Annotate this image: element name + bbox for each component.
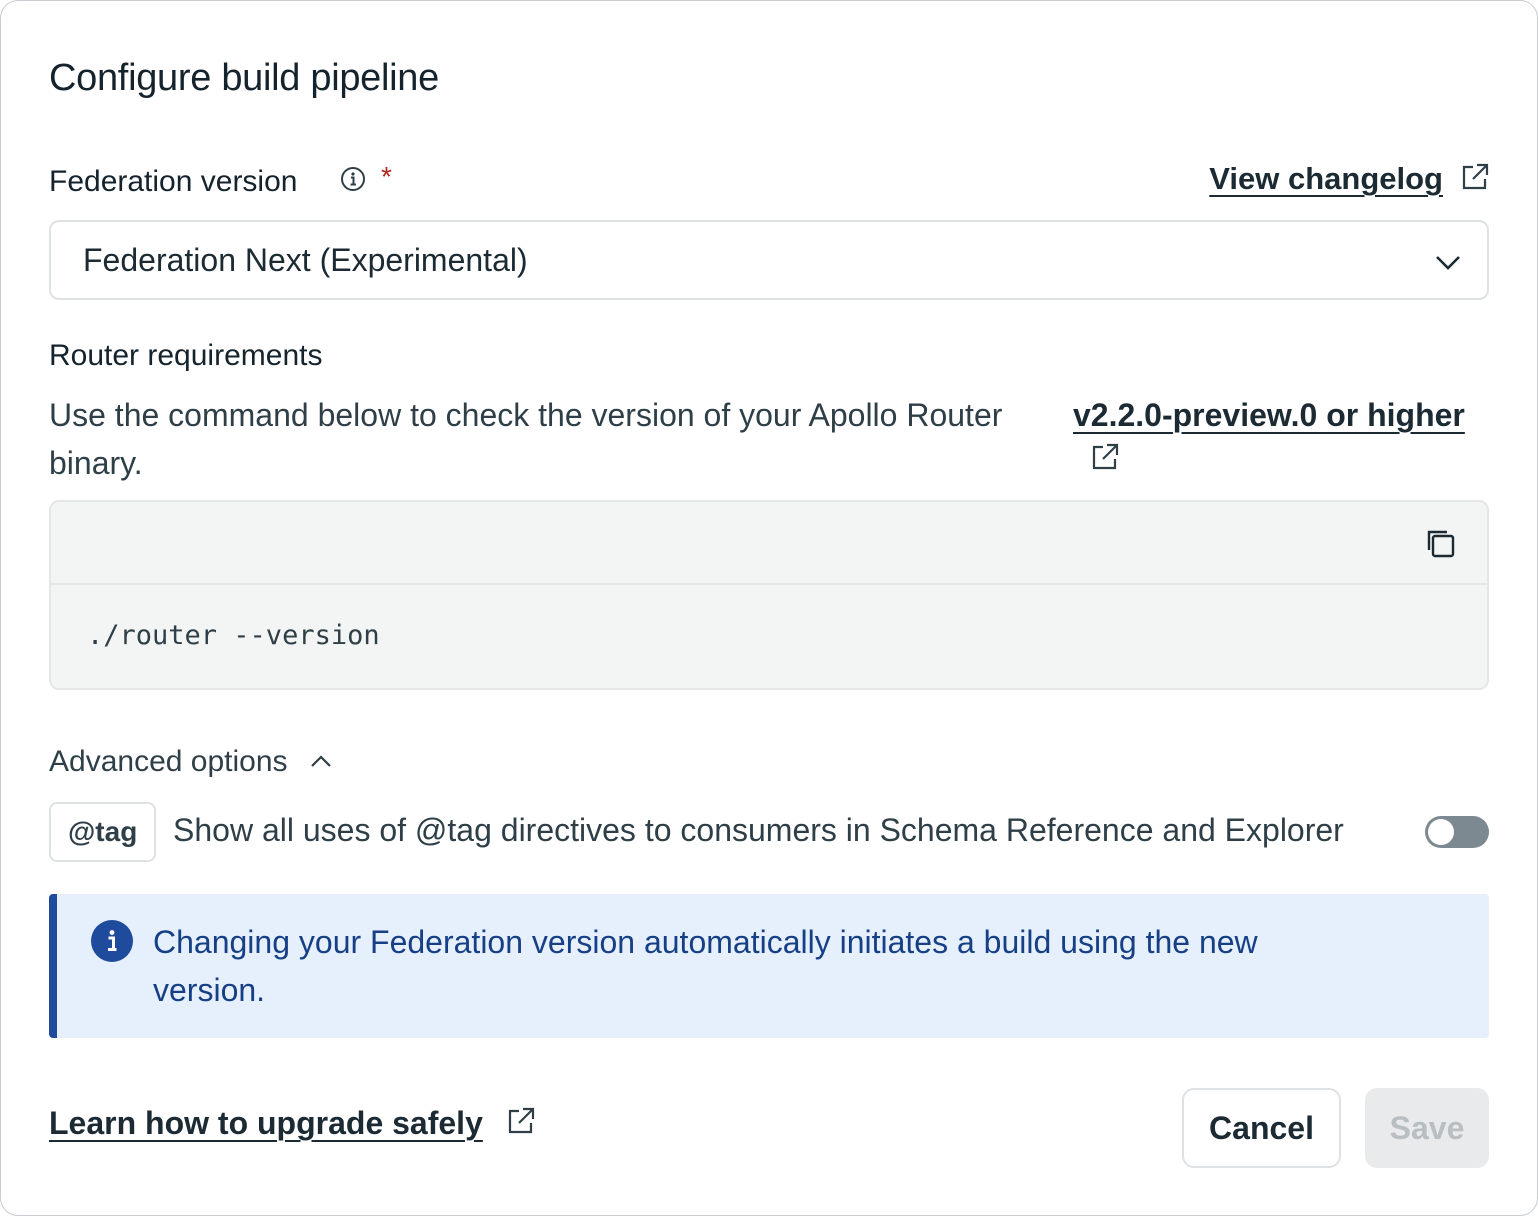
router-desc-suffix: binary. xyxy=(49,445,143,481)
view-changelog-link[interactable]: View changelog xyxy=(1209,161,1443,197)
tag-option-row: @tag Show all uses of @tag directives to… xyxy=(49,802,1489,862)
federation-version-select[interactable]: Federation Next (Experimental) xyxy=(49,220,1489,300)
command-text: ./router --version xyxy=(87,620,380,651)
show-tag-directives-toggle[interactable] xyxy=(1425,816,1489,848)
external-link-icon[interactable] xyxy=(1089,441,1121,473)
info-banner-text: Changing your Federation version automat… xyxy=(153,924,1258,1008)
federation-version-selected-value: Federation Next (Experimental) xyxy=(83,242,528,278)
save-button[interactable]: Save xyxy=(1365,1088,1489,1168)
external-link-icon[interactable] xyxy=(505,1105,537,1137)
configure-build-pipeline-dialog: Configure build pipeline Federation vers… xyxy=(0,0,1538,1216)
info-icon[interactable] xyxy=(339,165,367,193)
code-block-header xyxy=(51,502,1487,585)
federation-version-label: Federation version xyxy=(49,165,298,198)
advanced-options-label: Advanced options xyxy=(49,745,288,778)
router-version-link[interactable]: v2.2.0-preview.0 or higher xyxy=(1073,391,1465,439)
router-requirements-title: Router requirements xyxy=(49,339,323,372)
info-circle-filled-icon xyxy=(91,920,133,962)
chevron-up-icon xyxy=(311,755,331,767)
toggle-knob xyxy=(1428,819,1454,845)
learn-upgrade-link[interactable]: Learn how to upgrade safely xyxy=(49,1105,483,1142)
external-link-icon[interactable] xyxy=(1459,161,1491,193)
chevron-down-icon xyxy=(1436,256,1460,270)
cancel-button[interactable]: Cancel xyxy=(1182,1088,1341,1168)
tag-badge: @tag xyxy=(49,802,157,862)
router-desc-text: Use the command below to check the versi… xyxy=(49,397,1003,433)
required-indicator: * xyxy=(381,161,392,192)
federation-version-label-row: Federation version * View changelog xyxy=(49,161,1491,205)
dialog-title: Configure build pipeline xyxy=(49,57,439,99)
command-code-block: ./router --version xyxy=(49,500,1489,690)
copy-icon[interactable] xyxy=(1423,526,1457,560)
tag-option-description: Show all uses of @tag directives to cons… xyxy=(173,812,1344,848)
info-banner: Changing your Federation version automat… xyxy=(49,894,1489,1038)
